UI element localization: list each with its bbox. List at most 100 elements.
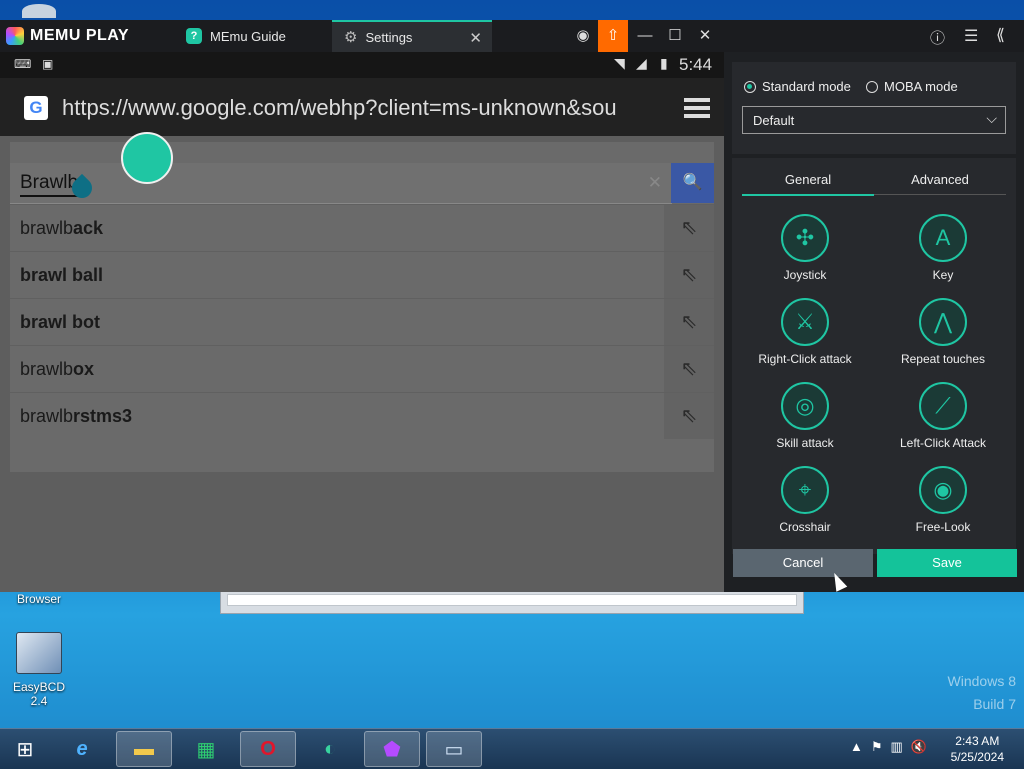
- joystick-control[interactable]: ✣ Joystick: [740, 214, 870, 282]
- skill-attack-icon: ◎: [781, 382, 829, 430]
- tab-advanced[interactable]: Advanced: [874, 172, 1006, 194]
- fill-arrow-icon[interactable]: ⇖: [664, 299, 714, 345]
- close-tab-icon[interactable]: ✕: [469, 29, 482, 47]
- radio-selected-icon: [744, 80, 756, 93]
- windows-watermark: Windows 8 Build 7: [947, 673, 1016, 712]
- close-icon[interactable]: ✕: [690, 20, 720, 52]
- network-icon[interactable]: ▥: [891, 739, 903, 755]
- moba-mode-radio[interactable]: MOBA mode: [866, 79, 958, 94]
- desktop-icon-label: Browser: [16, 592, 61, 606]
- desktop-icon-browser[interactable]: Browser: [4, 592, 74, 606]
- memu-logo: MEMU PLAY: [6, 26, 129, 46]
- left-click-attack-icon: ⟋: [919, 382, 967, 430]
- panel-tabs: General Advanced: [742, 172, 1006, 196]
- computer-icon: ▭: [444, 738, 464, 761]
- taskbar-memu[interactable]: ⬟: [364, 731, 420, 767]
- upload-icon[interactable]: ⇧: [598, 20, 628, 52]
- fill-arrow-icon[interactable]: ⇖: [664, 252, 714, 298]
- search-button[interactable]: 🔍: [671, 163, 714, 203]
- key-mapping-panel: ⓘ ☰ ⟪ Standard mode MOBA mode Default ⌵ …: [724, 20, 1024, 592]
- start-button[interactable]: ⊞: [0, 731, 50, 767]
- show-hidden-icons-icon[interactable]: ▲: [850, 739, 863, 755]
- taskbar-easybcd[interactable]: ▭: [426, 731, 482, 767]
- system-tray: ▲ ⚑ ▥ 🔇: [850, 739, 927, 755]
- wifi-icon: ◥: [614, 55, 625, 71]
- internet-explorer-icon: e: [76, 737, 88, 760]
- fill-arrow-icon[interactable]: ⇖: [664, 393, 714, 439]
- windows-logo-icon: ⊞: [16, 738, 34, 761]
- right-click-attack-control[interactable]: ⚔ Right-Click attack: [740, 298, 870, 366]
- memu-window: MEMU PLAY ? MEmu Guide ⚙ Settings ✕ ◉ ⇧ …: [0, 20, 1024, 592]
- crosshair-control[interactable]: ⌖ Crosshair: [740, 466, 870, 534]
- key-mapping-touch-point[interactable]: [121, 132, 173, 184]
- signal-icon: ◢: [636, 55, 647, 71]
- recycle-bin-icon[interactable]: [22, 4, 56, 18]
- joystick-icon: ✣: [781, 214, 829, 262]
- standard-mode-radio[interactable]: Standard mode: [744, 79, 851, 94]
- repeat-touches-icon: ⋀: [919, 298, 967, 346]
- help-icon[interactable]: ⓘ: [930, 27, 945, 48]
- battery-icon: ▮: [660, 55, 668, 71]
- opera-icon: O: [260, 737, 276, 760]
- android-status-bar: ⌨ ▣ ◥ ◢ ▮ 5:44: [0, 52, 724, 78]
- system-clock[interactable]: 2:43 AM 5/25/2024: [951, 733, 1004, 765]
- crosshair-icon: ⌖: [781, 466, 829, 514]
- url-text[interactable]: https://www.google.com/webhp?client=ms-u…: [62, 95, 662, 121]
- folder-icon: ▬: [134, 737, 154, 760]
- suggestion-item[interactable]: brawl bot ⇖: [10, 298, 714, 345]
- background-window: [220, 590, 804, 614]
- taskbar-opera[interactable]: O: [240, 731, 296, 767]
- tab-memu-guide[interactable]: ? MEmu Guide: [174, 20, 332, 52]
- repeat-touches-control[interactable]: ⋀ Repeat touches: [878, 298, 1008, 366]
- guide-icon: ?: [186, 28, 202, 44]
- taskbar-ie[interactable]: e: [54, 731, 110, 767]
- taskbar-browser[interactable]: ◐: [302, 731, 358, 767]
- suggestion-item[interactable]: brawlbrstms3 ⇖: [10, 392, 714, 439]
- maximize-icon[interactable]: ☐: [660, 20, 690, 52]
- memu-icon: ⬟: [383, 738, 401, 761]
- memu-logo-icon: [6, 27, 24, 45]
- keyboard-icon: ⌨: [14, 57, 32, 71]
- clear-icon[interactable]: ✕: [648, 173, 662, 193]
- browser-icon: ◐: [323, 737, 337, 760]
- taskbar: ⊞ e ▬ ▦ O ◐ ⬟ ▭ ▲ ⚑ ▥ 🔇 2:43 AM 5/25/202…: [0, 728, 1024, 769]
- taskbar-explorer[interactable]: ▬: [116, 731, 172, 767]
- suggestion-item[interactable]: brawlbox ⇖: [10, 345, 714, 392]
- suggestion-item[interactable]: brawlback ⇖: [10, 204, 714, 251]
- desktop-icon-easybcd[interactable]: EasyBCD 2.4: [4, 632, 74, 708]
- status-time: 5:44: [679, 55, 713, 74]
- right-click-attack-icon: ⚔: [781, 298, 829, 346]
- tab-general[interactable]: General: [742, 172, 874, 196]
- notification-icon: ▣: [42, 57, 54, 71]
- android-screen[interactable]: ⌨ ▣ ◥ ◢ ▮ 5:44 G https://www.google.com/…: [0, 52, 724, 592]
- search-input[interactable]: Brawlb ✕: [10, 163, 672, 204]
- mode-section: Standard mode MOBA mode Default ⌵: [732, 62, 1016, 154]
- taskbar-store[interactable]: ▦: [178, 731, 234, 767]
- controls-section: General Advanced ✣ Joystick A Key ⚔ Righ…: [732, 158, 1016, 554]
- menu-icon[interactable]: [684, 98, 710, 122]
- account-icon[interactable]: ◉: [568, 20, 598, 52]
- skill-attack-control[interactable]: ◎ Skill attack: [740, 382, 870, 450]
- key-icon: A: [919, 214, 967, 262]
- collapse-icon[interactable]: ⟪: [996, 25, 1005, 45]
- suggestion-item[interactable]: brawl ball ⇖: [10, 251, 714, 298]
- volume-muted-icon[interactable]: 🔇: [911, 739, 927, 755]
- list-menu-icon[interactable]: ☰: [964, 26, 978, 46]
- fill-arrow-icon[interactable]: ⇖: [664, 346, 714, 392]
- left-click-attack-control[interactable]: ⟋ Left-Click Attack: [878, 382, 1008, 450]
- flag-icon[interactable]: ⚑: [871, 739, 883, 755]
- browser-url-bar[interactable]: G https://www.google.com/webhp?client=ms…: [0, 78, 724, 136]
- preset-select[interactable]: Default ⌵: [742, 106, 1006, 134]
- free-look-control[interactable]: ◉ Free-Look: [878, 466, 1008, 534]
- key-control[interactable]: A Key: [878, 214, 1008, 282]
- radio-icon: [866, 80, 878, 93]
- save-button[interactable]: Save: [877, 549, 1017, 577]
- minimize-icon[interactable]: —: [630, 20, 660, 52]
- tab-settings[interactable]: ⚙ Settings ✕: [332, 20, 492, 52]
- free-look-icon: ◉: [919, 466, 967, 514]
- cancel-button[interactable]: Cancel: [733, 549, 873, 577]
- store-icon: ▦: [196, 738, 216, 761]
- easybcd-icon: [16, 632, 62, 674]
- google-icon: G: [24, 96, 48, 120]
- fill-arrow-icon[interactable]: ⇖: [664, 205, 714, 251]
